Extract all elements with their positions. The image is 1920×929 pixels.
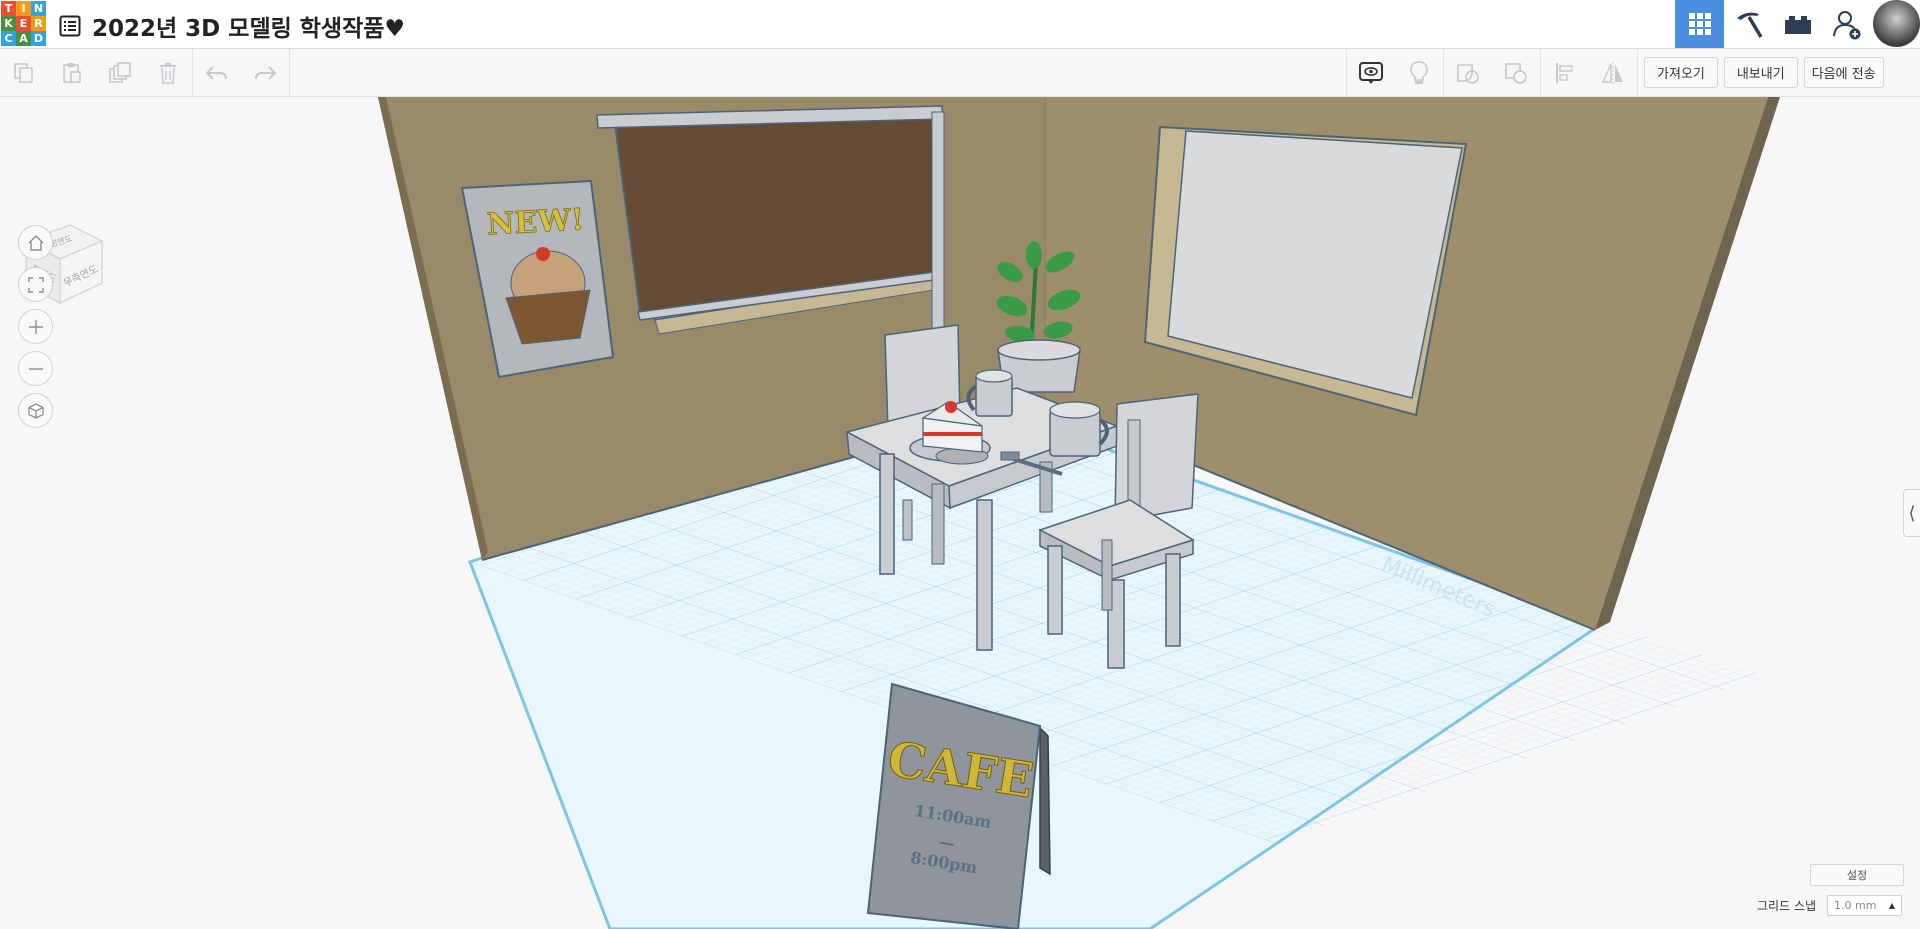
shape-solid-button[interactable]	[1444, 49, 1492, 96]
notes-visibility-button[interactable]	[1347, 49, 1395, 96]
logo-letter: N	[31, 1, 46, 16]
logo-letter: I	[16, 1, 31, 16]
add-user-icon[interactable]	[1822, 0, 1871, 48]
brick-icon[interactable]	[1773, 0, 1822, 48]
grid-snap-select[interactable]: 1.0 mm ▲	[1827, 895, 1902, 916]
edit-toolbar: 가져오기 내보내기 다음에 전송	[0, 49, 1920, 97]
design-list-icon[interactable]	[58, 14, 82, 38]
light-bulb-button[interactable]	[1395, 49, 1443, 96]
grid-view-icon[interactable]	[1675, 0, 1724, 48]
poster-new-text: NEW!	[486, 202, 585, 242]
zoom-out-button[interactable]	[18, 351, 53, 386]
cafe-sign: CAFE 11:00am — 8:00pm	[866, 682, 1051, 929]
minus-icon	[28, 367, 43, 370]
top-nav	[1675, 0, 1920, 48]
copy-button[interactable]	[0, 49, 48, 96]
logo-letter: D	[31, 31, 46, 46]
export-button[interactable]: 내보내기	[1723, 57, 1798, 88]
mirror-button[interactable]	[1589, 49, 1637, 96]
duplicate-button[interactable]	[96, 49, 144, 96]
import-button[interactable]: 가져오기	[1644, 57, 1718, 88]
toolbar-divider	[1637, 49, 1638, 96]
avatar[interactable]	[1873, 0, 1920, 47]
logo-letter: K	[1, 16, 16, 31]
settings-button[interactable]: 설정	[1810, 864, 1904, 886]
tinkercad-logo[interactable]: TINKERCAD	[1, 1, 46, 46]
logo-letter: R	[31, 16, 46, 31]
pickaxe-icon[interactable]	[1724, 0, 1773, 48]
title-area: 2022년 3D 모델링 학생작품♥	[58, 9, 405, 43]
shape-hole-button[interactable]	[1492, 49, 1540, 96]
top-bar: TINKERCAD 2022년 3D 모델링 학생작품♥	[0, 0, 1920, 49]
caret-up-icon: ▲	[1888, 901, 1895, 910]
fit-icon	[27, 276, 44, 293]
home-view-button[interactable]	[18, 225, 53, 260]
undo-button[interactable]	[193, 49, 241, 96]
grid-snap-label: 그리드 스냅	[1757, 899, 1817, 913]
chevron-left-icon: ⟨	[1908, 502, 1916, 524]
grid-snap-value: 1.0 mm	[1834, 899, 1877, 912]
logo-letter: T	[1, 1, 16, 16]
view-tools: 가져오기 내보내기 다음에 전송	[1346, 49, 1884, 96]
scene-canvas[interactable]: Millimeters NEW! CAFE 11:00am — 8:00pm	[0, 97, 1920, 929]
workplane-viewport[interactable]: Millimeters NEW! CAFE 11:00am — 8:00pm 평…	[0, 97, 1920, 929]
zoom-in-button[interactable]	[18, 309, 53, 344]
delete-button[interactable]	[144, 49, 192, 96]
edit-tools	[0, 49, 290, 96]
send-to-button[interactable]: 다음에 전송	[1803, 57, 1884, 88]
logo-letter: E	[16, 16, 31, 31]
toolbar-divider	[289, 49, 290, 96]
cube-icon	[27, 402, 44, 419]
home-icon	[28, 234, 43, 251]
design-title[interactable]: 2022년 3D 모델링 학생작품♥	[92, 9, 405, 43]
align-button[interactable]	[1541, 49, 1589, 96]
redo-button[interactable]	[241, 49, 289, 96]
logo-letter: C	[1, 31, 16, 46]
logo-letter: A	[16, 31, 31, 46]
fit-view-button[interactable]	[18, 267, 53, 302]
projection-toggle-button[interactable]	[18, 393, 53, 428]
plus-icon	[28, 319, 43, 334]
shapes-panel-toggle[interactable]: ⟨	[1903, 489, 1920, 537]
paste-button[interactable]	[48, 49, 96, 96]
cafe-sign-dash: —	[937, 832, 956, 853]
